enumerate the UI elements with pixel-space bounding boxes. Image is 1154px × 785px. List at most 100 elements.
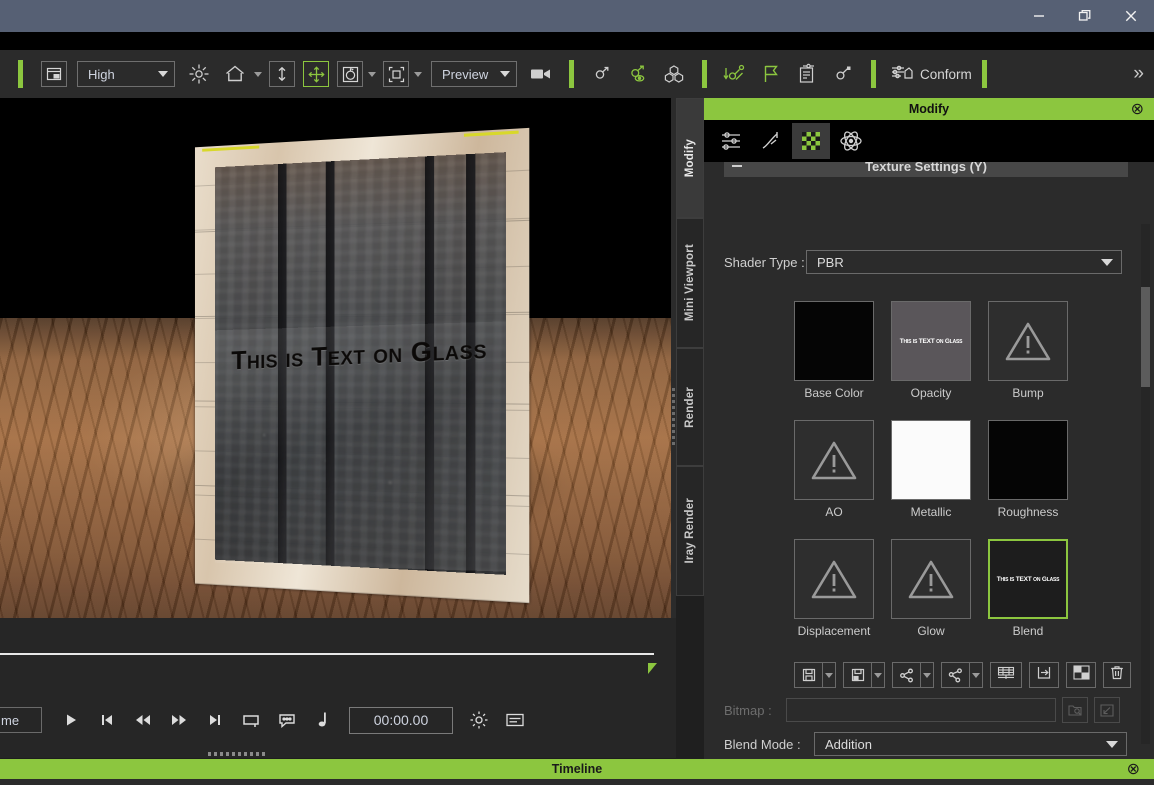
panel-scrollbar[interactable] bbox=[1141, 224, 1150, 744]
save-button[interactable] bbox=[794, 662, 836, 688]
list-icon[interactable] bbox=[502, 707, 528, 733]
blend-mode-label: Blend Mode : bbox=[724, 736, 801, 752]
scale-gizmo-icon[interactable] bbox=[383, 61, 409, 87]
sidebar-item-render[interactable]: Render bbox=[676, 348, 704, 466]
panel-close-icon[interactable]: ⊗ bbox=[1131, 99, 1144, 119]
camera-icon[interactable] bbox=[526, 59, 556, 89]
import-icon[interactable] bbox=[269, 61, 295, 87]
texture-slot-ao[interactable]: AO bbox=[794, 420, 874, 519]
minimize-button[interactable] bbox=[1016, 0, 1062, 32]
tab-attribute[interactable] bbox=[712, 123, 750, 159]
preview-select[interactable]: Preview bbox=[431, 61, 517, 87]
playback-controls: me 00:00.00 bbox=[0, 705, 700, 735]
texture-thumbnail[interactable] bbox=[891, 420, 971, 500]
texture-thumbnail[interactable] bbox=[891, 539, 971, 619]
collapse-icon[interactable] bbox=[732, 165, 742, 167]
texture-slot-bump[interactable]: Bump bbox=[988, 301, 1068, 400]
shader-type-select[interactable]: PBR bbox=[806, 250, 1122, 274]
rotate-dropdown-caret-icon[interactable] bbox=[368, 71, 376, 77]
tab-material[interactable] bbox=[792, 123, 830, 159]
blend-mode-select[interactable]: Addition bbox=[814, 732, 1127, 756]
texture-slot-blend[interactable]: This is TEXT on Glass Blend bbox=[988, 539, 1068, 638]
restore-button[interactable] bbox=[1062, 0, 1108, 32]
jump-start-icon[interactable] bbox=[94, 707, 120, 733]
clipboard-icon[interactable] bbox=[792, 59, 822, 89]
timeline-track[interactable] bbox=[0, 653, 654, 655]
bone-eye-icon[interactable] bbox=[623, 59, 653, 89]
audio-note-icon[interactable] bbox=[310, 707, 336, 733]
loop-icon[interactable] bbox=[238, 707, 264, 733]
checker-button[interactable] bbox=[1066, 662, 1096, 688]
export-button[interactable] bbox=[1029, 662, 1059, 688]
scrollbar-thumb[interactable] bbox=[1141, 287, 1150, 387]
close-button[interactable] bbox=[1108, 0, 1154, 32]
timeline-end-marker[interactable] bbox=[648, 663, 657, 674]
folder-search-icon[interactable] bbox=[1062, 697, 1088, 723]
link-icon[interactable] bbox=[828, 59, 858, 89]
save-icon[interactable] bbox=[794, 662, 822, 688]
load-alt-dropdown-button[interactable] bbox=[969, 662, 983, 688]
tab-physics[interactable] bbox=[832, 123, 870, 159]
share-icon[interactable] bbox=[892, 662, 920, 688]
sidebar-item-mini-viewport[interactable]: Mini Viewport bbox=[676, 218, 704, 348]
tab-animation[interactable] bbox=[752, 123, 790, 159]
glass-panel-object[interactable]: This is Text on Glass bbox=[185, 127, 530, 604]
share-alt-icon[interactable] bbox=[941, 662, 969, 688]
rotate-gizmo-icon[interactable] bbox=[337, 61, 363, 87]
load-button[interactable] bbox=[892, 662, 934, 688]
texture-slot-glow[interactable]: Glow bbox=[891, 539, 971, 638]
save-as-icon[interactable] bbox=[843, 662, 871, 688]
panel-scroll-area[interactable]: Texture Settings (Y) Shader Type : PBR B… bbox=[704, 162, 1154, 759]
blocks-icon[interactable] bbox=[659, 59, 689, 89]
sidebar-item-modify[interactable]: Modify bbox=[676, 98, 704, 218]
flag-icon[interactable] bbox=[756, 59, 786, 89]
texture-slot-roughness[interactable]: Roughness bbox=[988, 420, 1068, 519]
3d-viewport[interactable]: This is Text on Glass bbox=[0, 98, 671, 618]
move-gizmo-icon[interactable] bbox=[303, 61, 329, 87]
fast-forward-icon[interactable] bbox=[166, 707, 192, 733]
arrow-into-icon[interactable] bbox=[1094, 697, 1120, 723]
home-icon[interactable] bbox=[220, 59, 250, 89]
conform-button[interactable]: Conform bbox=[890, 63, 972, 86]
texture-thumbnail[interactable]: This is TEXT on Glass bbox=[988, 539, 1068, 619]
save-as-dropdown-button[interactable] bbox=[871, 662, 885, 688]
texture-settings-header[interactable]: Texture Settings (Y) bbox=[724, 162, 1128, 177]
home-dropdown-caret-icon[interactable] bbox=[254, 71, 262, 77]
texture-thumbnail[interactable] bbox=[794, 539, 874, 619]
texture-thumbnail[interactable] bbox=[794, 301, 874, 381]
bitmap-input[interactable] bbox=[786, 698, 1056, 722]
texture-slot-metallic[interactable]: Metallic bbox=[891, 420, 971, 519]
layout-icon[interactable] bbox=[41, 61, 67, 87]
delete-button[interactable] bbox=[1103, 662, 1131, 688]
bone-icon[interactable] bbox=[587, 59, 617, 89]
timecode-field[interactable]: 00:00.00 bbox=[349, 706, 453, 734]
quality-select[interactable]: High bbox=[77, 61, 175, 87]
gear-sun-icon[interactable] bbox=[466, 707, 492, 733]
texture-slot-displacement[interactable]: Displacement bbox=[794, 539, 874, 638]
texture-slot-opacity[interactable]: This is TEXT on Glass Opacity bbox=[891, 301, 971, 400]
light-icon[interactable] bbox=[184, 59, 214, 89]
texture-slot-base-color[interactable]: Base Color bbox=[794, 301, 874, 400]
rewind-icon[interactable] bbox=[130, 707, 156, 733]
texture-thumbnail[interactable] bbox=[794, 420, 874, 500]
save-as-button[interactable] bbox=[843, 662, 885, 688]
toolbar-overflow-button[interactable]: » bbox=[1133, 63, 1144, 85]
texture-settings-title: Texture Settings (Y) bbox=[865, 162, 987, 174]
scale-dropdown-caret-icon[interactable] bbox=[414, 71, 422, 77]
jump-end-icon[interactable] bbox=[202, 707, 228, 733]
motion-import-icon[interactable] bbox=[720, 59, 750, 89]
texture-thumbnail[interactable]: This is TEXT on Glass bbox=[891, 301, 971, 381]
texture-thumbnail[interactable] bbox=[988, 420, 1068, 500]
frame-field[interactable]: me bbox=[0, 707, 42, 733]
play-icon[interactable] bbox=[58, 707, 84, 733]
texture-thumbnail[interactable] bbox=[988, 301, 1068, 381]
load-alt-button[interactable] bbox=[941, 662, 983, 688]
timeline-close-icon[interactable]: ⊗ bbox=[1127, 759, 1140, 779]
sidebar-item-iray-render[interactable]: Iray Render bbox=[676, 466, 704, 596]
comment-icon[interactable] bbox=[274, 707, 300, 733]
grid-button[interactable] bbox=[990, 662, 1022, 688]
timeline-resize-grip[interactable] bbox=[208, 752, 266, 756]
chevron-down-icon bbox=[1106, 740, 1118, 748]
save-dropdown-button[interactable] bbox=[822, 662, 836, 688]
load-dropdown-button[interactable] bbox=[920, 662, 934, 688]
